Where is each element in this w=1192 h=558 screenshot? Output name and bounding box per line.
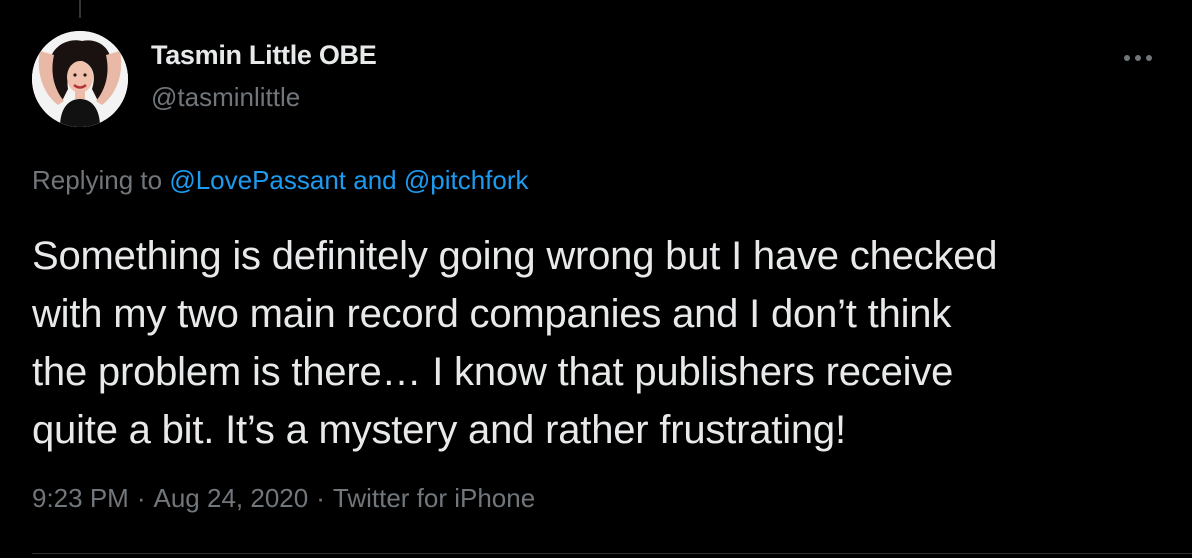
meta-separator: · [316,483,325,513]
tweet-text-line: Something is definitely going wrong but … [32,234,998,278]
divider [32,553,1192,554]
author-name[interactable]: Tasmin Little OBE [151,40,377,71]
thread-connector-line [79,0,81,18]
tweet-time[interactable]: 9:23 PM [32,483,129,513]
tweet-text-line: the problem is there… I know that publis… [32,350,954,394]
tweet-text-line: quite a bit. It’s a mystery and rather f… [32,408,846,452]
more-horizontal-icon [1146,55,1152,61]
tweet-text: Something is definitely going wrong but … [32,227,1172,459]
tweet-date[interactable]: Aug 24, 2020 [154,483,309,513]
replying-to-label: Replying to [32,165,170,195]
reply-mention-lovepassant[interactable]: @LovePassant [169,165,346,195]
replying-to-line: Replying to @LovePassant and @pitchfork [32,165,529,196]
meta-separator: · [136,483,146,513]
author-handle[interactable]: @tasminlittle [151,82,300,113]
tweet-metadata: 9:23 PM · Aug 24, 2020 · Twitter for iPhone [32,483,535,514]
more-horizontal-icon [1135,55,1141,61]
reply-joiner[interactable]: and [346,165,404,195]
more-options-button[interactable] [1124,52,1164,64]
tweet-source[interactable]: Twitter for iPhone [333,483,535,513]
tweet-text-line: with my two main record companies and I … [32,292,952,336]
avatar-photo [32,31,128,127]
avatar[interactable] [32,31,128,127]
reply-mention-pitchfork[interactable]: @pitchfork [404,165,529,195]
more-horizontal-icon [1124,55,1130,61]
